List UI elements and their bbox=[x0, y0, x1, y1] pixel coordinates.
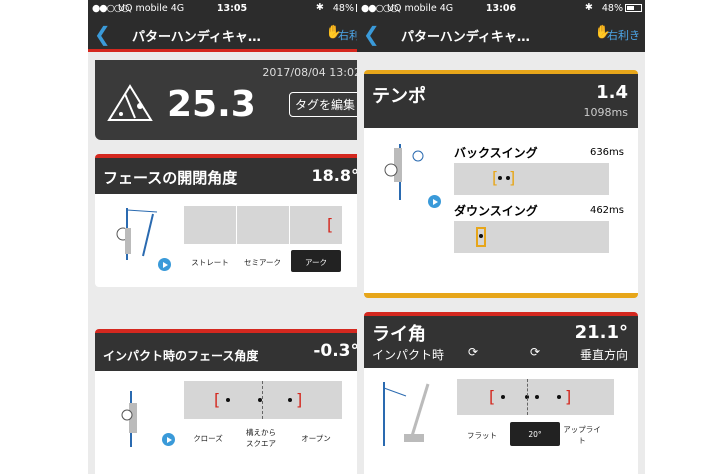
card-header: フェースの開閉角度 18.8° bbox=[95, 158, 369, 194]
status-bar: ●●○○○ UQ mobile 4G 13:05 ✱ 48% bbox=[88, 0, 376, 17]
impact-face-title: インパクト時のフェース角度 bbox=[103, 349, 259, 363]
downswing-bar bbox=[454, 221, 609, 253]
face-angle-card: フェースの開閉角度 18.8° [ ストレート セミアーク アーク bbox=[95, 154, 369, 287]
lie-angle-card: ライ角 21.1° インパクト時 ⟳ ⟳ 垂直方向 [ ] フラット 20° ア… bbox=[364, 312, 638, 474]
downswing-label: ダウンスイング bbox=[454, 204, 538, 218]
card-header: ライ角 21.1° インパクト時 ⟳ ⟳ 垂直方向 bbox=[364, 316, 638, 368]
lie-dot bbox=[535, 395, 539, 399]
nav-bar: ❮ パターハンディキャ… ✋ 右利き bbox=[357, 17, 645, 52]
option-closed[interactable]: クローズ bbox=[184, 433, 232, 444]
rotate-icon-left[interactable]: ⟳ bbox=[468, 345, 478, 359]
impact-dot bbox=[288, 398, 292, 402]
record-datetime: 2017/08/04 13:02 bbox=[262, 66, 361, 79]
battery-percent: 48% bbox=[332, 3, 354, 14]
backswing-label: バックスイング bbox=[454, 146, 538, 160]
impact-face-card: インパクト時のフェース角度 -0.3° [ ] クローズ 構えから スクエア オ… bbox=[95, 329, 369, 474]
impact-dot bbox=[226, 398, 230, 402]
lie-segment-bar: [ ] bbox=[457, 379, 614, 415]
left-phone-screen: ●●○○○ UQ mobile 4G 13:05 ✱ 48% ❮ パターハンディ… bbox=[88, 0, 376, 474]
tempo-value: 1.4 bbox=[596, 82, 628, 103]
option-20-selected[interactable]: 20° bbox=[510, 422, 560, 446]
lie-sub-left: インパクト時 bbox=[372, 348, 445, 362]
lie-dot bbox=[501, 395, 505, 399]
tempo-dot bbox=[506, 176, 510, 180]
putter-impact-diagram-icon bbox=[121, 391, 137, 447]
range-bracket-right: ] bbox=[296, 390, 303, 409]
nav-bar: ❮ パターハンディキャ… ✋ 右利き bbox=[88, 17, 376, 52]
option-semi-arc[interactable]: セミアーク bbox=[236, 257, 289, 268]
lie-dot bbox=[557, 395, 561, 399]
tempo-dot bbox=[498, 176, 502, 180]
handedness-toggle[interactable]: 右利き bbox=[607, 27, 640, 43]
backswing-ms: 636ms bbox=[589, 147, 624, 158]
card-header: インパクト時のフェース角度 -0.3° bbox=[95, 333, 369, 371]
right-phone-screen: ●●○○○ UQ mobile 4G 13:06 ✱ 48% ❮ パターハンディ… bbox=[357, 0, 645, 474]
range-bracket: [ bbox=[327, 215, 334, 234]
bluetooth-icon: ✱ bbox=[585, 2, 593, 13]
range-bracket-left: [ bbox=[214, 390, 221, 409]
putter-face-diagram-icon bbox=[116, 208, 158, 260]
center-line bbox=[262, 381, 263, 419]
face-angle-title: フェースの開閉角度 bbox=[103, 169, 238, 187]
impact-face-value: -0.3° bbox=[313, 341, 359, 361]
option-arc-selected[interactable]: アーク bbox=[291, 250, 341, 272]
tempo-ms: 1098ms bbox=[583, 106, 628, 119]
card-header: テンポ 1.4 1098ms bbox=[364, 74, 638, 128]
play-icon[interactable] bbox=[428, 195, 441, 208]
summary-card: 2017/08/04 13:02 25.3 タグを編集 bbox=[95, 60, 369, 140]
nav-title: パターハンディキャ… bbox=[401, 30, 530, 45]
center-line bbox=[527, 379, 528, 415]
option-open[interactable]: オープン bbox=[291, 433, 341, 444]
impact-face-segment-bar: [ ] bbox=[184, 381, 342, 419]
option-flat[interactable]: フラット bbox=[457, 430, 507, 441]
tempo-dot bbox=[479, 234, 483, 238]
option-straight[interactable]: ストレート bbox=[184, 257, 236, 268]
status-bar: ●●○○○ UQ mobile 4G 13:06 ✱ 48% bbox=[357, 0, 645, 17]
face-angle-segment-bar: [ bbox=[184, 206, 342, 244]
lie-sub-right: 垂直方向 bbox=[579, 348, 628, 362]
play-icon[interactable] bbox=[162, 433, 175, 446]
lie-value: 21.1° bbox=[574, 322, 628, 343]
back-chevron-icon[interactable]: ❮ bbox=[94, 22, 111, 46]
lie-title: ライ角 bbox=[372, 324, 426, 345]
range-bracket-left: [ bbox=[489, 387, 496, 406]
battery-icon bbox=[625, 4, 642, 12]
bluetooth-icon: ✱ bbox=[316, 2, 324, 13]
downswing-ms: 462ms bbox=[589, 205, 624, 216]
nav-title: パターハンディキャ… bbox=[132, 30, 261, 45]
tempo-title: テンポ bbox=[372, 86, 426, 107]
option-square[interactable]: 構えから スクエア bbox=[232, 427, 290, 449]
putter-score: 25.3 bbox=[167, 84, 256, 125]
tempo-card: テンポ 1.4 1098ms バックスイング 636ms [ ] ダウンスイング… bbox=[364, 70, 638, 298]
backswing-bar: [ ] bbox=[454, 163, 609, 195]
play-icon[interactable] bbox=[158, 258, 171, 271]
face-angle-value: 18.8° bbox=[311, 166, 359, 185]
rotate-icon-right[interactable]: ⟳ bbox=[530, 345, 540, 359]
edit-tag-button[interactable]: タグを編集 bbox=[288, 92, 361, 117]
putting-green-icon bbox=[107, 84, 153, 121]
putter-tempo-diagram-icon bbox=[384, 144, 424, 200]
battery-percent: 48% bbox=[601, 3, 623, 14]
range-bracket-right: ] bbox=[565, 387, 572, 406]
back-chevron-icon[interactable]: ❮ bbox=[363, 22, 380, 46]
option-upright[interactable]: アップライト bbox=[562, 424, 602, 446]
putter-lie-diagram-icon bbox=[383, 382, 430, 446]
